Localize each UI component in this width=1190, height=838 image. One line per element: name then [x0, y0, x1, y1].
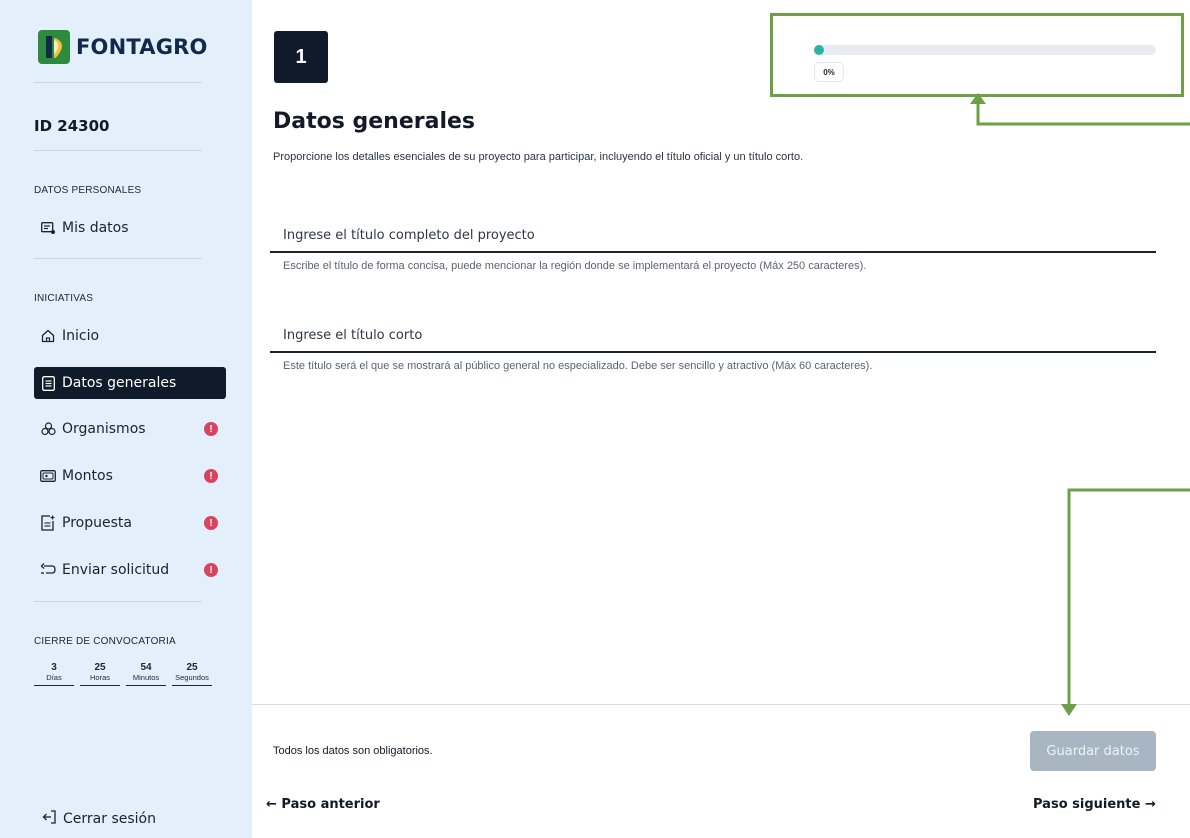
annotation-highlight-box: [770, 13, 1184, 97]
project-id: ID 24300: [34, 117, 110, 135]
sidebar-item-label: Mis datos: [62, 220, 129, 236]
countdown-value: 25: [94, 662, 106, 673]
section-deadline-label: CIERRE DE CONVOCATORIA: [34, 636, 176, 647]
proposal-icon: [40, 515, 56, 531]
sidebar-item-label: Inicio: [62, 328, 100, 344]
sidebar-item-mis-datos[interactable]: Mis datos: [34, 212, 226, 244]
full-title-hint: Escribe el título de forma concisa, pued…: [283, 260, 867, 272]
alert-icon: !: [204, 422, 218, 436]
page-subtitle: Proporcione los detalles esenciales de s…: [273, 151, 804, 163]
sidebar-item-organismos[interactable]: Organismos !: [34, 413, 226, 445]
divider: [34, 150, 202, 151]
sidebar-item-propuesta[interactable]: Propuesta !: [34, 507, 226, 539]
countdown-unit: Segundos: [175, 673, 209, 682]
footer-divider: [252, 704, 1190, 705]
countdown-value: 25: [186, 662, 198, 673]
alert-icon: !: [204, 469, 218, 483]
divider: [34, 82, 202, 83]
sidebar-item-label: Propuesta: [62, 515, 132, 531]
short-title-field[interactable]: [270, 323, 1156, 353]
sidebar-item-label: Montos: [62, 468, 113, 484]
sidebar-item-enviar-solicitud[interactable]: Enviar solicitud !: [34, 554, 226, 586]
annotation-arrowhead-save: [1061, 704, 1077, 716]
brand-logo[interactable]: FONTAGRO: [38, 30, 208, 64]
countdown-hours: 25 Horas: [80, 662, 120, 686]
organisms-icon: [40, 421, 56, 437]
sidebar-item-datos-generales[interactable]: Datos generales: [34, 367, 226, 399]
countdown-days: 3 Días: [34, 662, 74, 686]
money-icon: [40, 468, 56, 484]
alert-icon: !: [204, 516, 218, 530]
next-step-link[interactable]: Paso siguiente →: [1033, 797, 1156, 812]
sidebar-item-montos[interactable]: Montos !: [34, 460, 226, 492]
section-personal-label: DATOS PERSONALES: [34, 185, 142, 196]
divider: [34, 601, 202, 602]
countdown-unit: Horas: [89, 673, 110, 682]
logout-icon: [42, 810, 57, 828]
annotation-arrow-save: [1067, 488, 1190, 708]
short-title-hint: Este título será el que se mostrará al p…: [283, 360, 873, 372]
page-title: Datos generales: [273, 109, 475, 134]
sidebar: FONTAGRO ID 24300 DATOS PERSONALES Mis d…: [0, 0, 252, 838]
document-icon: [40, 375, 56, 391]
countdown-unit: Minutos: [132, 673, 160, 682]
fontagro-logo-icon: [38, 30, 70, 64]
countdown-minutes: 54 Minutos: [126, 662, 166, 686]
countdown-value: 54: [140, 662, 152, 673]
section-initiatives-label: INICIATIVAS: [34, 293, 94, 304]
countdown-value: 3: [51, 662, 57, 673]
user-card-icon: [40, 220, 56, 236]
divider: [34, 258, 202, 259]
sidebar-item-label: Enviar solicitud: [62, 562, 170, 578]
short-title-input[interactable]: [283, 328, 1143, 343]
countdown: 3 Días 25 Horas 54 Minutos 25 Segundos: [34, 662, 212, 686]
countdown-unit: Días: [46, 673, 62, 682]
save-button[interactable]: Guardar datos: [1030, 731, 1156, 771]
send-icon: [40, 562, 56, 578]
home-icon: [40, 328, 56, 344]
full-title-input[interactable]: [283, 228, 1143, 243]
previous-step-link[interactable]: ← Paso anterior: [266, 797, 380, 812]
brand-name: FONTAGRO: [76, 35, 208, 59]
full-title-field[interactable]: [270, 223, 1156, 253]
sidebar-item-inicio[interactable]: Inicio: [34, 320, 226, 352]
alert-icon: !: [204, 563, 218, 577]
countdown-seconds: 25 Segundos: [172, 662, 212, 686]
sidebar-item-label: Organismos: [62, 421, 146, 437]
annotation-arrow-progress: [976, 98, 1190, 126]
required-note: Todos los datos son obligatorios.: [273, 745, 433, 757]
logout-label: Cerrar sesión: [63, 811, 156, 827]
logout-button[interactable]: Cerrar sesión: [42, 810, 156, 828]
sidebar-item-label: Datos generales: [62, 375, 177, 391]
step-number-badge: 1: [274, 31, 328, 83]
